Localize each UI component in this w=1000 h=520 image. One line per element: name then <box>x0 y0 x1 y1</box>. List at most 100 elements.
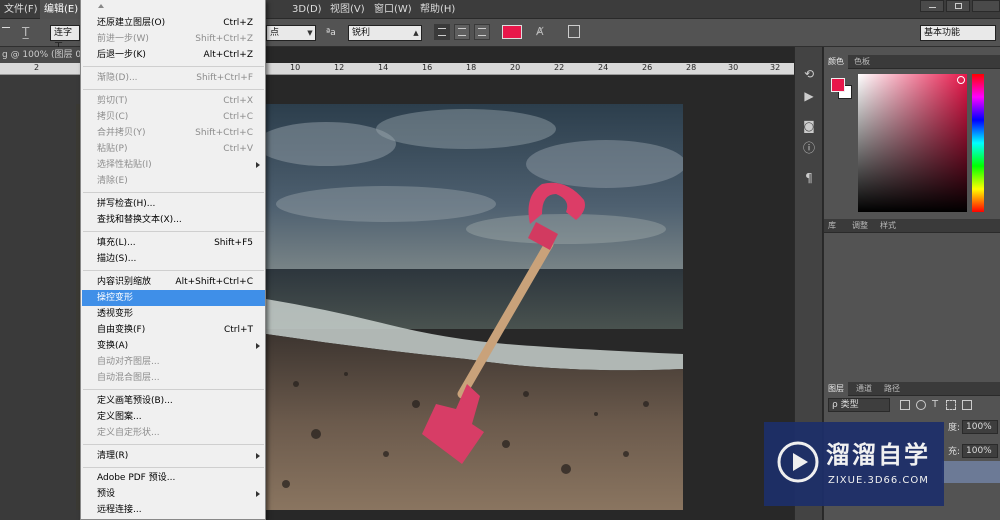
opacity-field[interactable]: 100% <box>962 420 998 434</box>
menu-item-fade[interactable]: 渐隐(D)... Shift+Ctrl+F <box>82 70 265 86</box>
antialias-icon: ªa <box>326 28 336 38</box>
text-orientation-icon[interactable]: T̲ <box>22 25 34 39</box>
menu-item-presets[interactable]: 预设 <box>82 486 265 502</box>
size-dropdown-arrow-icon[interactable]: ▼ <box>304 25 316 41</box>
fill-label: 充: <box>948 447 961 457</box>
watermark-overlay: 溜溜自学 ZIXUE.3D66.COM <box>764 422 944 506</box>
menu-item-cut[interactable]: 剪切(T) Ctrl+X <box>82 93 265 109</box>
filter-shape-icon[interactable] <box>946 400 956 410</box>
menu-item-paste[interactable]: 粘贴(P) Ctrl+V <box>82 141 265 157</box>
ruler-tick: 32 <box>770 63 781 72</box>
menu-item-auto-align-layers[interactable]: 自动对齐图层... <box>82 354 265 370</box>
minimize-icon <box>929 7 936 8</box>
menu-item-step-forward[interactable]: 前进一步(W) Shift+Ctrl+Z <box>82 31 265 47</box>
menu-item-define-custom-shape[interactable]: 定义自定形状... <box>82 425 265 441</box>
scroll-up-icon[interactable] <box>98 4 104 8</box>
ruler-horizontal-left: 2 <box>0 63 80 75</box>
antialias-dropdown-arrow-icon[interactable]: ▲ <box>410 25 422 41</box>
menu-separator <box>83 467 264 468</box>
tab-color[interactable]: 颜色 <box>824 55 848 69</box>
menu-item-check-spelling[interactable]: 拼写检查(H)... <box>82 196 265 212</box>
menu-item-copy-merged[interactable]: 合并拷贝(Y) Shift+Ctrl+C <box>82 125 265 141</box>
align-center-button[interactable] <box>454 24 470 40</box>
menu-item-auto-blend-layers[interactable]: 自动混合图层... <box>82 370 265 386</box>
menu-separator <box>83 89 264 90</box>
menu-item-paste-special[interactable]: 选择性粘贴(I) <box>82 157 265 173</box>
history-icon[interactable]: ⟲ <box>799 65 819 83</box>
align-left-button[interactable] <box>434 24 450 40</box>
menu-edit[interactable]: 编辑(E) <box>40 0 83 19</box>
menu-item-puppet-warp[interactable]: 操控变形 <box>82 290 265 306</box>
layer-row-selected[interactable] <box>942 461 1000 483</box>
menu-item-copy[interactable]: 拷贝(C) Ctrl+C <box>82 109 265 125</box>
menu-file[interactable]: 文件(F) <box>0 0 42 19</box>
info-icon[interactable]: ⓘ <box>799 139 819 157</box>
play-actions-icon[interactable]: ▶ <box>799 87 819 105</box>
ruler-tick: 26 <box>642 63 653 72</box>
submenu-arrow-icon <box>256 453 260 459</box>
menu-item-perspective-warp[interactable]: 透视变形 <box>82 306 265 322</box>
tools-panel <box>0 47 80 520</box>
close-window-button[interactable] <box>972 0 1000 12</box>
minimize-button[interactable] <box>920 0 944 12</box>
menu-item-clear[interactable]: 清除(E) <box>82 173 265 189</box>
submenu-arrow-icon <box>256 491 260 497</box>
filter-adjustment-icon[interactable] <box>916 400 926 410</box>
menu-item-fill[interactable]: 填充(L)... Shift+F5 <box>82 235 265 251</box>
play-logo-icon <box>777 441 819 483</box>
menu-item-find-replace[interactable]: 查找和替换文本(X)... <box>82 212 265 228</box>
menu-item-define-brush[interactable]: 定义画笔预设(B)... <box>82 393 265 409</box>
text-color-swatch[interactable] <box>502 25 522 39</box>
maximize-button[interactable] <box>946 0 970 12</box>
tab-styles[interactable]: 样式 <box>876 219 900 233</box>
menu-item-purge[interactable]: 清理(R) <box>82 448 265 464</box>
align-right-icon <box>478 28 486 36</box>
tab-library[interactable]: 库 <box>824 219 840 233</box>
warp-text-icon[interactable]: Ⱥ <box>536 24 550 40</box>
character-panel-icon[interactable] <box>568 25 580 38</box>
layer-filter-select[interactable]: ρ 类型 <box>828 398 890 412</box>
tool-preset-arrow-icon[interactable] <box>2 27 10 28</box>
tab-channels[interactable]: 通道 <box>852 382 876 396</box>
ruler-tick: 18 <box>466 63 477 72</box>
menu-window[interactable]: 窗口(W) <box>370 0 416 19</box>
adjust-panel-tabs: 库 调整 样式 <box>824 219 1000 233</box>
menu-item-stroke[interactable]: 描边(S)... <box>82 251 265 267</box>
opacity-label: 度: <box>948 423 961 433</box>
menu-item-define-pattern[interactable]: 定义图案... <box>82 409 265 425</box>
tab-paths[interactable]: 路径 <box>880 382 904 396</box>
foreground-color-swatch[interactable] <box>831 78 845 92</box>
menu-view[interactable]: 视图(V) <box>326 0 369 19</box>
font-family-field[interactable]: 连字工 <box>50 25 80 52</box>
fill-field[interactable]: 100% <box>962 444 998 458</box>
align-right-button[interactable] <box>474 24 490 40</box>
filter-smart-object-icon[interactable] <box>962 400 972 410</box>
menu-item-content-aware-scale[interactable]: 内容识别缩放 Alt+Shift+Ctrl+C <box>82 274 265 290</box>
ruler-horizontal: 10 12 14 16 18 20 22 24 26 28 30 32 <box>266 63 794 75</box>
paragraph-icon[interactable]: ¶ <box>799 169 819 187</box>
ruler-tick: 2 <box>34 63 40 72</box>
filter-type-icon[interactable]: T <box>932 398 942 412</box>
tab-layers[interactable]: 图层 <box>824 382 848 396</box>
tab-adjustments[interactable]: 调整 <box>848 219 872 233</box>
menu-3d[interactable]: 3D(D) <box>288 0 326 19</box>
menu-item-remote-connections[interactable]: 远程连接... <box>82 502 265 518</box>
color-picker-field[interactable] <box>858 74 967 212</box>
menu-item-step-backward[interactable]: 后退一步(K) Alt+Ctrl+Z <box>82 47 265 63</box>
adjust-icon[interactable]: ◙ <box>799 117 819 135</box>
filter-pixel-icon[interactable] <box>900 400 910 410</box>
workspace-select[interactable]: 基本功能 <box>920 25 996 41</box>
menu-separator <box>83 444 264 445</box>
menu-help[interactable]: 帮助(H) <box>416 0 459 19</box>
align-center-icon <box>458 28 466 36</box>
hue-slider[interactable] <box>972 74 984 212</box>
ruler-tick: 30 <box>728 63 739 72</box>
menu-separator <box>83 270 264 271</box>
menu-item-transform[interactable]: 变换(A) <box>82 338 265 354</box>
menu-separator <box>83 231 264 232</box>
document-tab[interactable]: g @ 100% (图层 0, <box>0 47 80 63</box>
menu-item-free-transform[interactable]: 自由变换(F) Ctrl+T <box>82 322 265 338</box>
menu-item-undo[interactable]: 还原建立图层(O) Ctrl+Z <box>82 15 265 31</box>
tab-swatches[interactable]: 色板 <box>850 55 874 69</box>
menu-item-pdf-presets[interactable]: Adobe PDF 预设... <box>82 470 265 486</box>
